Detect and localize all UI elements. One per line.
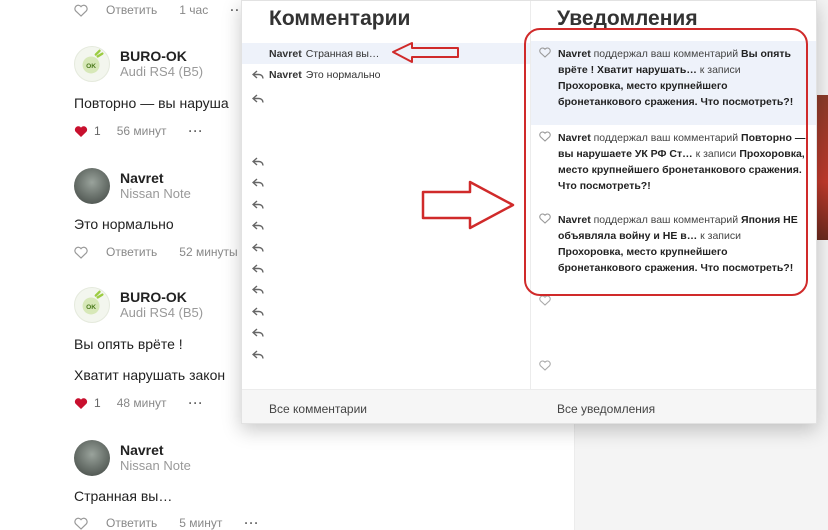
popup-footer: Все комментарии Все уведомления — [242, 389, 816, 423]
reply-arrow-icon[interactable] — [252, 69, 264, 80]
popup-comment-item[interactable]: Navret Это нормально — [242, 64, 530, 85]
reply-arrow-icon[interactable] — [251, 197, 264, 209]
popup-comment-text[interactable]: Странная вы… — [306, 48, 380, 60]
author-car[interactable]: Nissan Note — [120, 186, 191, 202]
comment-text: Это нормально — [74, 216, 174, 232]
author-name[interactable]: BURO-OK — [120, 48, 203, 64]
comment-time: 5 минут — [179, 516, 223, 530]
heart-outline-icon — [539, 358, 551, 371]
comment-time: 52 минуты — [179, 245, 238, 259]
all-notifications-link[interactable]: Все уведомления — [557, 402, 655, 416]
comment-time: 56 минут — [116, 124, 167, 138]
like-count: 1 — [94, 124, 101, 138]
reply-arrow-icon[interactable] — [251, 91, 264, 103]
more-options-icon[interactable]: ··· — [188, 396, 203, 410]
comment-author[interactable]: Navret Nissan Note — [74, 168, 191, 204]
heart-filled-icon[interactable] — [74, 397, 88, 410]
comment-meta-row: Ответить 5 минут ··· — [74, 516, 259, 530]
comment-meta-row: Ответить 1 час ··· — [74, 3, 245, 17]
heart-outline-icon[interactable] — [74, 246, 88, 259]
annotation-highlight-box — [524, 28, 808, 296]
comment-time: 48 минут — [116, 396, 167, 410]
popup-comment-text[interactable]: Это нормально — [306, 69, 381, 81]
comments-title: Комментарии — [269, 7, 411, 30]
reply-arrow-icon[interactable] — [251, 282, 264, 294]
like-count: 1 — [94, 396, 101, 410]
svg-text:OK: OK — [86, 63, 96, 70]
comment-meta-row: 1 48 минут ··· — [74, 396, 203, 410]
comment-text: Странная вы… — [74, 488, 173, 504]
author-name[interactable]: BURO-OK — [120, 289, 203, 305]
reply-arrow-icon[interactable] — [251, 218, 264, 230]
reply-arrow-icon[interactable] — [251, 325, 264, 337]
reply-arrow-icon[interactable] — [251, 261, 264, 273]
comment-meta-row: 1 56 минут ··· — [74, 124, 203, 138]
popup-comment-author[interactable]: Navret — [269, 69, 302, 81]
author-car[interactable]: Audi RS4 (B5) — [120, 64, 203, 80]
heart-filled-icon[interactable] — [74, 125, 88, 138]
author-name[interactable]: Navret — [120, 170, 191, 186]
reply-arrow-icon[interactable] — [251, 175, 264, 187]
ok-logo-avatar[interactable]: OK — [74, 287, 110, 323]
comment-text: Повторно — вы наруша — [74, 95, 229, 111]
reply-arrow-icon[interactable] — [251, 304, 264, 316]
reply-arrow-icon[interactable] — [251, 347, 264, 359]
reply-arrow-icon[interactable] — [251, 154, 264, 166]
comment-author[interactable]: Navret Nissan Note — [74, 440, 191, 476]
reply-link[interactable]: Ответить — [106, 3, 157, 17]
reply-link[interactable]: Ответить — [106, 516, 157, 530]
reply-link[interactable]: Ответить — [106, 245, 157, 259]
heart-outline-icon[interactable] — [74, 517, 88, 530]
author-name[interactable]: Navret — [120, 442, 191, 458]
ok-logo-avatar[interactable]: OK — [74, 46, 110, 82]
heart-outline-icon[interactable] — [74, 4, 88, 17]
comment-author[interactable]: OK BURO-OK Audi RS4 (B5) — [74, 46, 203, 82]
comment-text: Вы опять врёте ! — [74, 336, 183, 352]
author-car[interactable]: Nissan Note — [120, 458, 191, 474]
comment-time: 1 час — [179, 3, 209, 17]
popup-comment-item[interactable]: Navret Странная вы… — [242, 43, 530, 64]
photo-avatar[interactable] — [74, 168, 110, 204]
more-options-icon[interactable]: ··· — [188, 124, 203, 138]
comment-text: Хватит нарушать закон — [74, 367, 226, 383]
comment-author[interactable]: OK BURO-OK Audi RS4 (B5) — [74, 287, 203, 323]
more-options-icon[interactable]: ··· — [244, 516, 259, 530]
reply-arrow-icon[interactable] — [251, 240, 264, 252]
all-comments-link[interactable]: Все комментарии — [269, 402, 367, 416]
popup-comment-author[interactable]: Navret — [269, 48, 302, 60]
photo-avatar[interactable] — [74, 440, 110, 476]
author-car[interactable]: Audi RS4 (B5) — [120, 305, 203, 321]
svg-text:OK: OK — [86, 304, 96, 311]
